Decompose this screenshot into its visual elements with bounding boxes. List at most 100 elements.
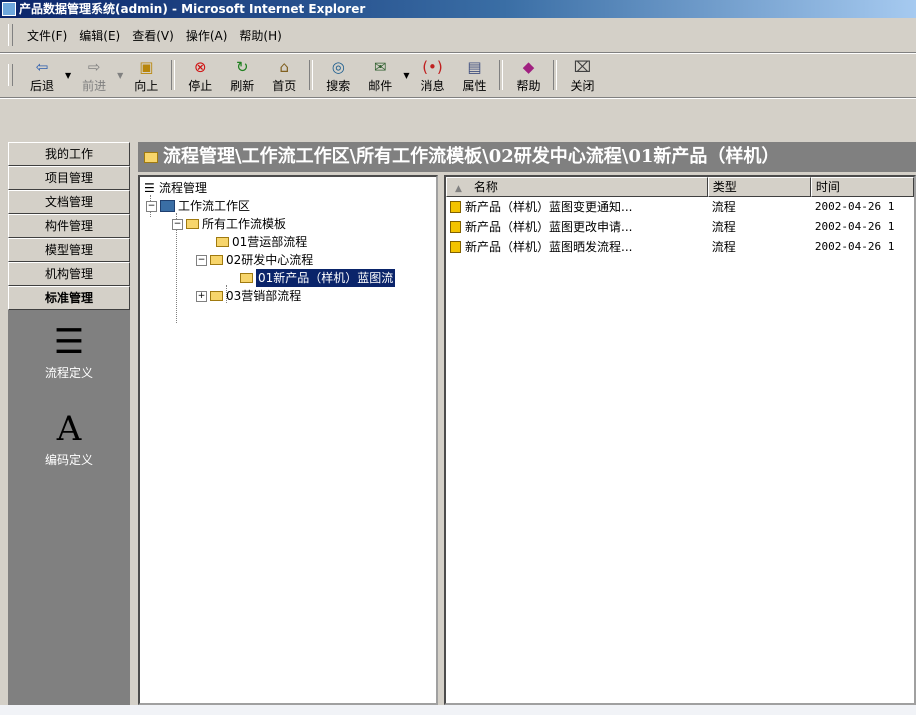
menu-file[interactable]: 文件(F) — [21, 27, 73, 44]
toolbar-separator — [553, 60, 558, 90]
refresh-icon: ↻ — [236, 57, 249, 76]
folder-icon — [210, 291, 223, 301]
workflow-document-icon — [450, 201, 461, 213]
up-label: 向上 — [134, 78, 159, 93]
tree-node-label: 流程管理 — [159, 181, 208, 195]
column-header-type[interactable]: 类型 — [707, 177, 811, 197]
title-bar: 产品数据管理系统(admin) - Microsoft Internet Exp… — [0, 0, 916, 18]
message-button[interactable]: (•) 消息 — [411, 55, 453, 95]
list-item[interactable]: 新产品（样机）蓝图晒发流程... 流程 2002-04-26 1 — [446, 237, 914, 257]
nav-component[interactable]: 构件管理 — [8, 214, 130, 238]
list-item[interactable]: 新产品（样机）蓝图变更通知... 流程 2002-04-26 1 — [446, 197, 914, 217]
tree-node-marketing[interactable]: + 03营销部流程 — [196, 287, 301, 305]
workflow-document-icon — [450, 241, 461, 253]
list-item[interactable]: 新产品（样机）蓝图更改申请... 流程 2002-04-26 1 — [446, 217, 914, 237]
help-label: 帮助 — [516, 78, 541, 93]
tree-node-label: 02研发中心流程 — [226, 253, 314, 267]
item-name: 新产品（样机）蓝图更改申请... — [465, 220, 633, 234]
tree-node-label: 工作流工作区 — [178, 199, 251, 213]
back-dropdown-icon[interactable]: ▼ — [65, 71, 71, 80]
tree-node-label: 03营销部流程 — [226, 289, 302, 303]
folder-icon — [144, 151, 158, 163]
expand-toggle-icon[interactable]: + — [196, 290, 207, 302]
tree-view[interactable]: ☰ 流程管理 − 工作流工作区 − 所有工作流模板 01营运部流程 − 02研发… — [138, 175, 438, 705]
folder-up-icon: ▣ — [139, 57, 154, 76]
workflow-document-icon — [450, 221, 461, 233]
properties-label: 属性 — [462, 78, 487, 93]
collapse-toggle-icon[interactable]: − — [146, 200, 157, 212]
collapse-toggle-icon[interactable]: − — [172, 218, 183, 230]
item-time: 2002-04-26 1 — [814, 220, 895, 233]
mail-dropdown-icon[interactable]: ▼ — [403, 71, 409, 80]
path-text: 流程管理\工作流工作区\所有工作流模板\02研发中心流程\01新产品（样机） — [163, 146, 780, 167]
up-button[interactable]: ▣ 向上 — [125, 55, 167, 95]
tree-node-templates[interactable]: − 所有工作流模板 — [172, 215, 286, 233]
tree-node-ops[interactable]: 01营运部流程 — [216, 233, 307, 251]
collapse-toggle-icon[interactable]: − — [196, 254, 207, 266]
forward-button[interactable]: ⇨ 前进 — [73, 55, 115, 95]
stop-button[interactable]: ⊗ 停止 — [179, 55, 221, 95]
close-label: 关闭 — [570, 78, 595, 93]
forward-label: 前进 — [82, 78, 107, 93]
item-type: 流程 — [711, 200, 736, 214]
nav-tool-area: ☰ 流程定义 A 编码定义 — [8, 310, 130, 468]
properties-icon: ▤ — [467, 57, 482, 76]
stop-label: 停止 — [188, 78, 213, 93]
open-folder-icon — [240, 273, 253, 283]
back-label: 后退 — [29, 78, 54, 93]
forward-arrow-icon: ⇨ — [87, 57, 101, 76]
path-bar: 流程管理\工作流工作区\所有工作流模板\02研发中心流程\01新产品（样机） — [138, 142, 916, 172]
toolbar-grip — [8, 64, 13, 86]
refresh-label: 刷新 — [230, 78, 255, 93]
code-define-icon: A — [56, 409, 82, 449]
process-tree-icon: ☰ — [144, 181, 155, 195]
search-button[interactable]: ◎ 搜索 — [317, 55, 359, 95]
menu-view[interactable]: 查看(V) — [126, 27, 180, 44]
tree-node-label: 所有工作流模板 — [202, 217, 287, 231]
window-title: 产品数据管理系统(admin) - Microsoft Internet Exp… — [19, 2, 366, 16]
help-button[interactable]: ◆ 帮助 — [507, 55, 549, 95]
computer-icon — [160, 200, 175, 212]
home-button[interactable]: ⌂ 首页 — [263, 55, 305, 95]
nav-organization[interactable]: 机构管理 — [8, 262, 130, 286]
tree-node-workspace[interactable]: − 工作流工作区 — [146, 197, 250, 215]
main-content: 我的工作 项目管理 文档管理 构件管理 模型管理 机构管理 标准管理 ☰ 流程定… — [0, 99, 916, 705]
process-define-tool[interactable]: ☰ 流程定义 — [8, 320, 130, 381]
code-define-tool[interactable]: A 编码定义 — [8, 407, 130, 468]
tree-node-root[interactable]: ☰ 流程管理 — [144, 179, 207, 197]
menu-help[interactable]: 帮助(H) — [233, 27, 287, 44]
help-book-icon: ◆ — [522, 57, 535, 76]
mail-button[interactable]: ✉ 邮件 — [359, 55, 401, 95]
item-name: 新产品（样机）蓝图变更通知... — [465, 200, 633, 214]
nav-project[interactable]: 项目管理 — [8, 166, 130, 190]
process-define-label: 流程定义 — [44, 366, 93, 380]
file-list[interactable]: ▲ 名称 类型 时间 新产品（样机）蓝图变更通知... 流程 2002-04-26… — [444, 175, 916, 705]
message-label: 消息 — [420, 78, 445, 93]
message-icon: (•) — [422, 57, 443, 76]
folder-icon — [210, 255, 223, 265]
toolbar-separator — [309, 60, 314, 90]
browser-window: 产品数据管理系统(admin) - Microsoft Internet Exp… — [0, 0, 916, 705]
nav-document[interactable]: 文档管理 — [8, 190, 130, 214]
toolbar-separator — [499, 60, 504, 90]
column-header-name[interactable]: ▲ 名称 — [446, 177, 708, 197]
search-icon: ◎ — [331, 57, 345, 76]
column-header-time[interactable]: 时间 — [810, 177, 914, 197]
nav-my-work[interactable]: 我的工作 — [8, 142, 130, 166]
forward-dropdown-icon[interactable]: ▼ — [117, 71, 123, 80]
tree-node-label: 01营运部流程 — [232, 235, 308, 249]
back-button[interactable]: ⇦ 后退 — [21, 55, 63, 95]
tree-node-rd[interactable]: − 02研发中心流程 — [196, 251, 313, 269]
stop-icon: ⊗ — [194, 57, 207, 76]
properties-button[interactable]: ▤ 属性 — [453, 55, 495, 95]
list-header: ▲ 名称 类型 时间 — [446, 177, 914, 197]
toolbar: ⇦ 后退 ▼ ⇨ 前进 ▼ ▣ 向上 ⊗ 停止 ↻ 刷新 ⌂ 首页 ◎ 搜索 ✉… — [0, 53, 916, 98]
refresh-button[interactable]: ↻ 刷新 — [221, 55, 263, 95]
tree-node-rd-child[interactable]: 01新产品（样机）蓝图流 — [240, 269, 396, 287]
folder-icon — [216, 237, 229, 247]
nav-model[interactable]: 模型管理 — [8, 238, 130, 262]
nav-standard[interactable]: 标准管理 — [8, 286, 130, 310]
menu-edit[interactable]: 编辑(E) — [73, 27, 126, 44]
close-button[interactable]: ⌧ 关闭 — [561, 55, 603, 95]
menu-action[interactable]: 操作(A) — [180, 27, 234, 44]
